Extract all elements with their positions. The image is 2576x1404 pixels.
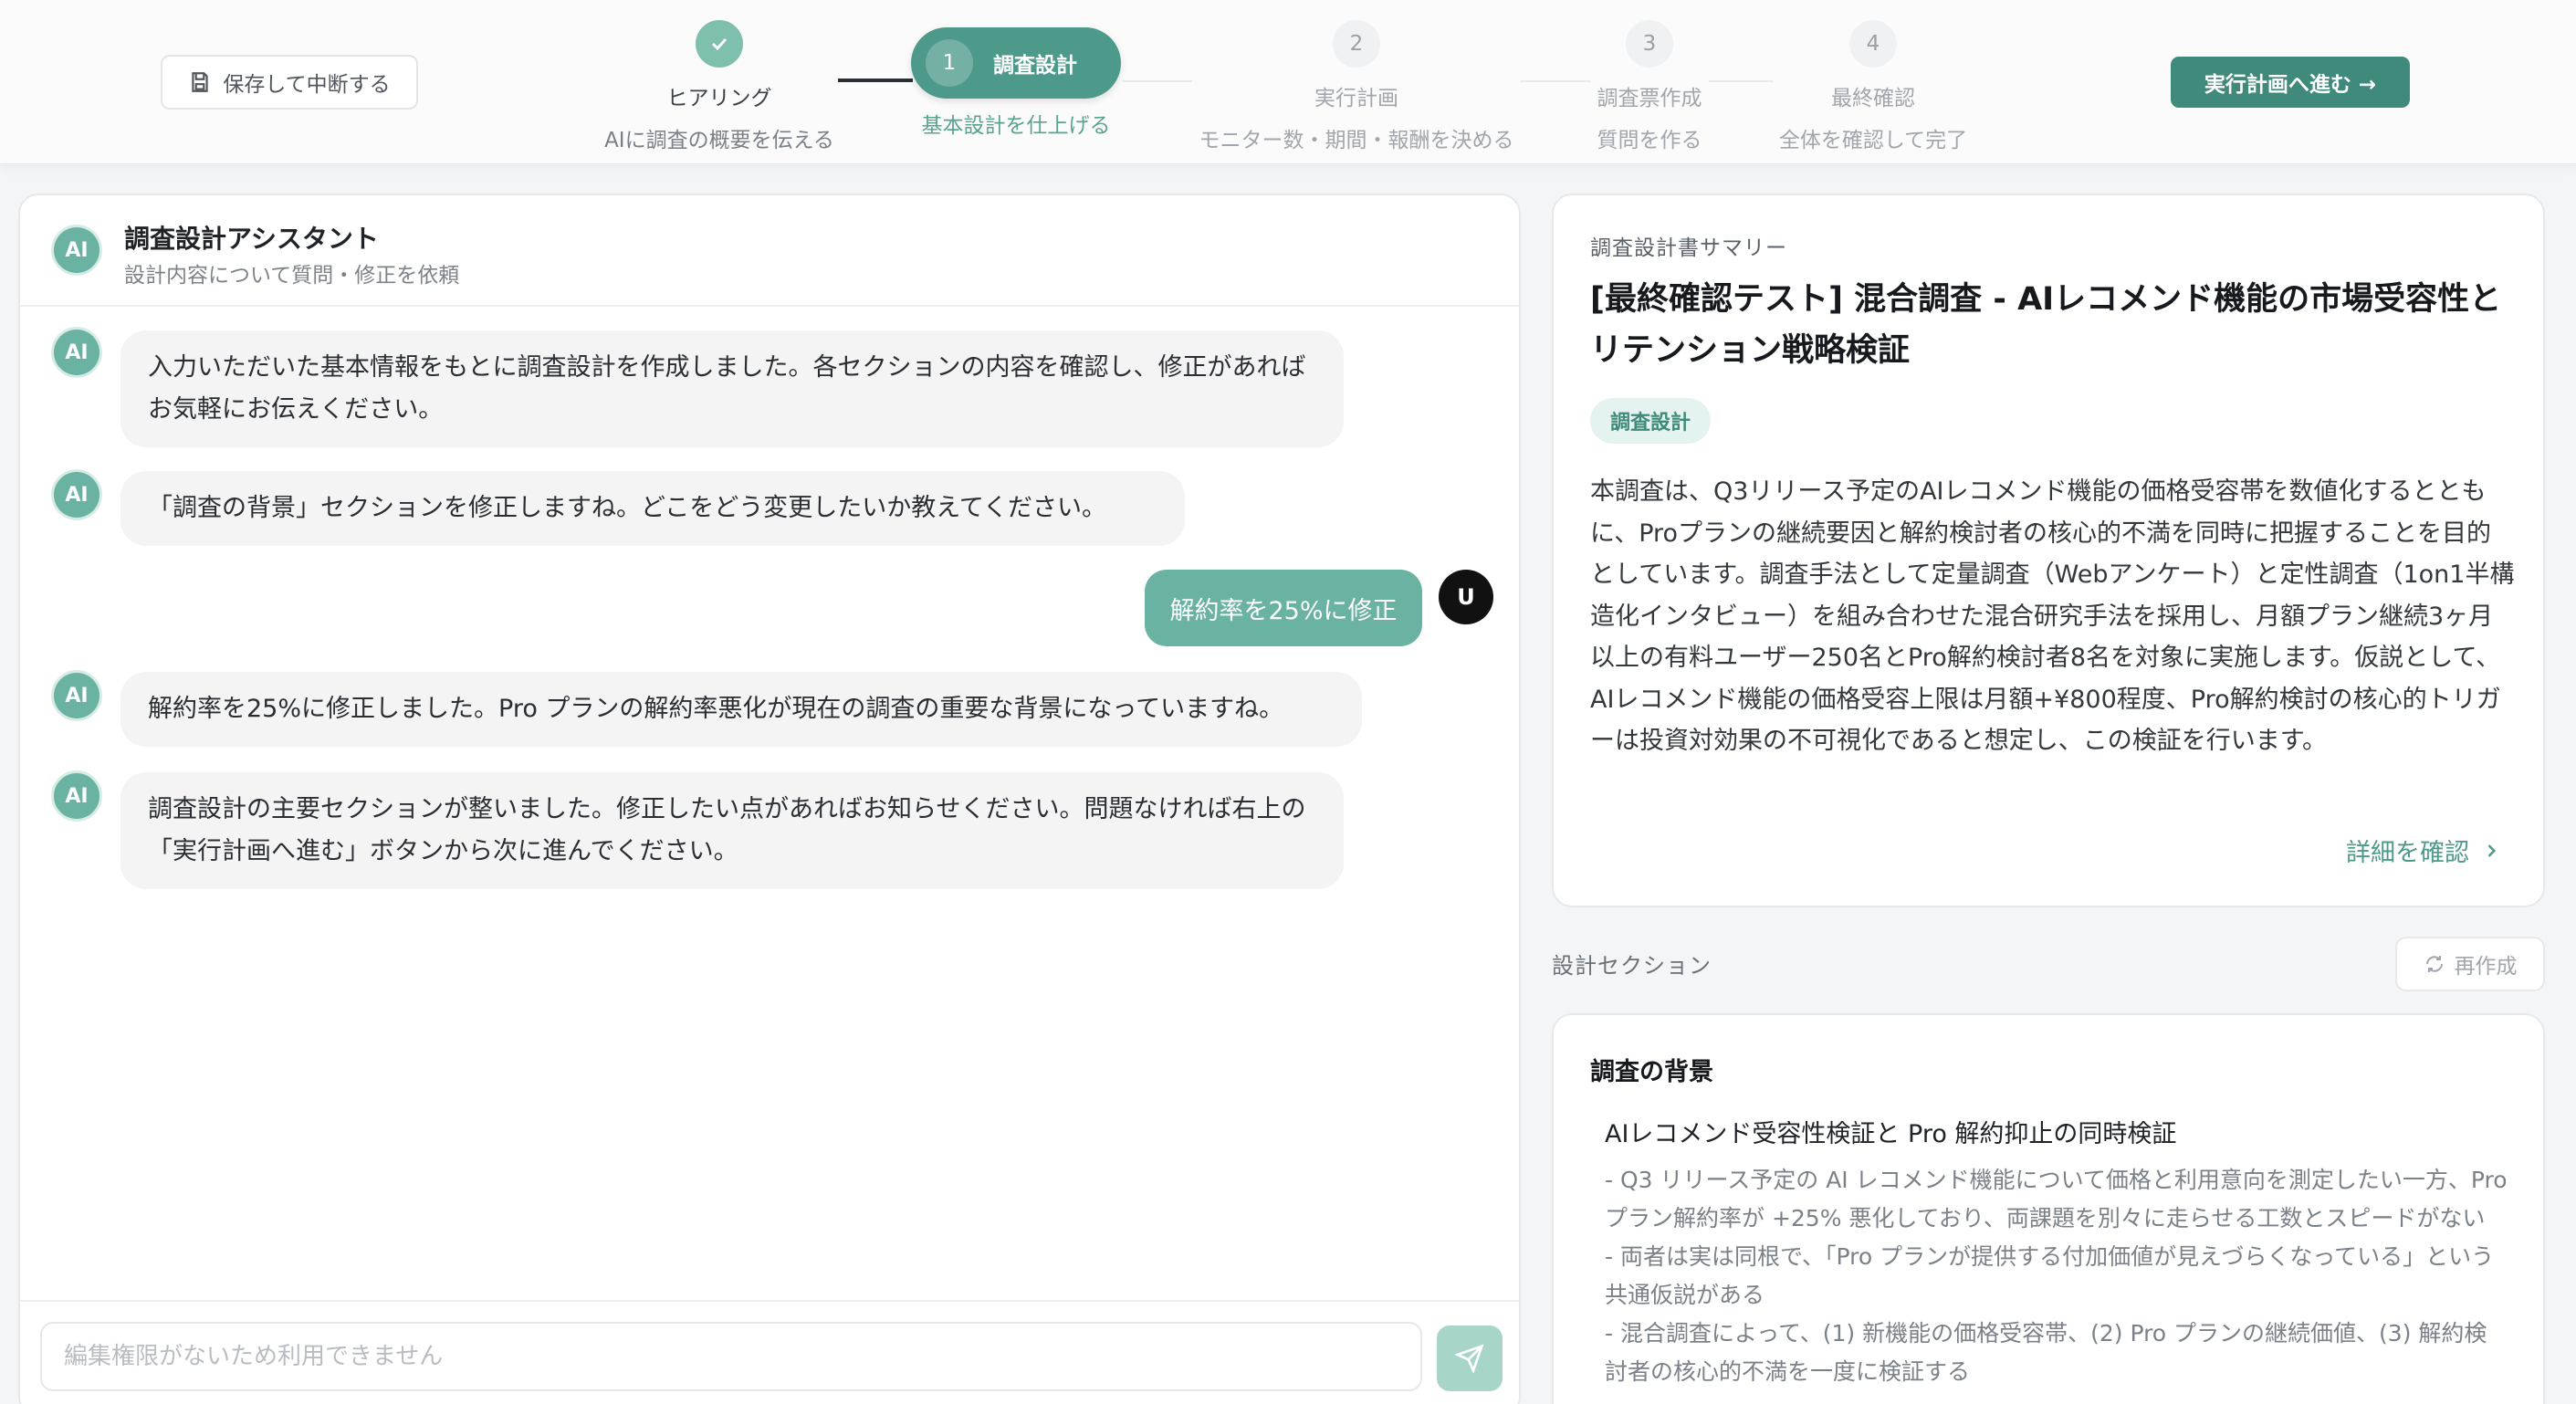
step-questionnaire[interactable]: 3 調査票作成 質問を作る [1590,20,1709,153]
save-icon [192,72,209,92]
step-number: 2 [1333,20,1380,68]
step-connector [1123,80,1192,82]
step-connector [838,79,913,82]
chat-subtitle: 設計内容について質問・修正を依頼 [124,264,460,288]
ai-avatar: AI [51,770,102,822]
chat-input-area [20,1300,1519,1404]
step-number: 4 [1849,20,1897,68]
refresh-icon [2425,956,2443,972]
bullet-item: - 両者は実は同根で、「Pro プランが提供する付加価値が見えづらくなっている」… [1605,1243,2495,1308]
step-subtitle: AIに調査の概要を伝える [604,129,834,152]
ai-avatar: AI [51,225,102,276]
view-details-label: 詳細を確認 [2346,839,2469,867]
summary-title: [最終確認テスト] 混合調査 - AIレコメンド機能の市場受容性とリテンション戦… [1590,281,2502,369]
bullet-item: - 混合調査によって、(1) 新機能の価格受容帯、(2) Pro プランの継続価… [1605,1320,2487,1385]
stepper-header: 保存して中断する ヒアリング AIに調査の概要を伝える 1 調査設計 基本設計を… [0,0,2576,164]
chat-input[interactable] [40,1322,1422,1391]
step-title: ヒアリング [666,87,772,110]
step-number: 1 [926,39,973,87]
check-icon [696,20,743,68]
ai-message: 調査設計の主要セクションが整いました。修正したい点があればお知らせください。問題… [120,772,1344,889]
step-design-active[interactable]: 1 調査設計 [911,27,1121,99]
step-title: 最終確認 [1831,87,1915,110]
ai-avatar: AI [51,469,102,520]
step-title: 実行計画 [1314,87,1398,110]
ai-message: 解約率を25%に修正しました。Pro プランの解約率悪化が現在の調査の重要な背景… [120,672,1362,747]
user-message: 解約率を25%に修正 [1145,570,1422,646]
step-hearing[interactable]: ヒアリング AIに調査の概要を伝える [599,20,840,153]
ai-avatar: AI [51,670,102,721]
next-step-button[interactable]: 実行計画へ進む → [2171,57,2410,108]
step-subtitle: 基本設計を仕上げる [921,114,1111,138]
step-subtitle: モニター数・期間・報酬を決める [1199,129,1514,152]
chevron-right-icon [2487,843,2497,857]
view-details-link[interactable]: 詳細を確認 [2346,833,2500,868]
user-avatar: U [1439,570,1493,624]
summary-body: 本調査は、Q3リリース予定のAIレコメンド機能の価格受容帯を数値化するとともに、… [1590,477,2515,755]
ai-message: 入力いただいた基本情報をもとに調査設計を作成しました。各セクションの内容を確認し… [120,330,1344,447]
chat-header: AI 調査設計アシスタント 設計内容について質問・修正を依頼 [20,195,1519,307]
step-subtitle: 全体を確認して完了 [1778,129,1968,152]
ai-avatar: AI [51,327,102,378]
step-number: 3 [1626,20,1673,68]
step-subtitle: 質問を作る [1597,129,1702,152]
section-card-background: 調査の背景 AIレコメンド受容性検証と Pro 解約抑止の同時検証 - Q3 リ… [1552,1013,2545,1404]
regenerate-button[interactable]: 再作成 [2395,937,2545,991]
chat-title: 調査設計アシスタント [124,224,379,254]
step-title: 調査票作成 [1597,87,1702,110]
chat-panel: AI 調査設計アシスタント 設計内容について質問・修正を依頼 AI 入力いただい… [18,194,1521,1404]
section-body: - Q3 リリース予定の AI レコメンド機能について価格と利用意向を測定したい… [1605,1161,2508,1391]
bullet-item: - Q3 リリース予定の AI レコメンド機能について価格と利用意向を測定したい… [1605,1167,2508,1231]
ai-message: 「調査の背景」セクションを修正しますね。どこをどう変更したいか教えてください。 [120,471,1185,546]
step-final-check[interactable]: 4 最終確認 全体を確認して完了 [1773,20,1974,153]
regenerate-label: 再作成 [2454,955,2518,979]
summary-card: 調査設計書サマリー [最終確認テスト] 混合調査 - AIレコメンド機能の市場受… [1552,194,2545,907]
step-execution-plan[interactable]: 2 実行計画 モニター数・期間・報酬を決める [1192,20,1521,153]
section-subheading: AIレコメンド受容性検証と Pro 解約抑止の同時検証 [1605,1120,2177,1148]
step-title: 調査設計 [993,54,1077,78]
step-connector [1521,80,1590,82]
sections-label: 設計セクション [1552,953,1712,979]
summary-label: 調査設計書サマリー [1590,236,1787,260]
send-button[interactable] [1437,1325,1503,1391]
send-icon [1455,1344,1484,1373]
save-and-exit-button[interactable]: 保存して中断する [161,55,418,110]
save-button-label: 保存して中断する [223,73,391,97]
summary-tag: 調査設計 [1590,398,1712,444]
section-heading: 調査の背景 [1590,1058,1713,1086]
step-connector [1709,80,1773,82]
